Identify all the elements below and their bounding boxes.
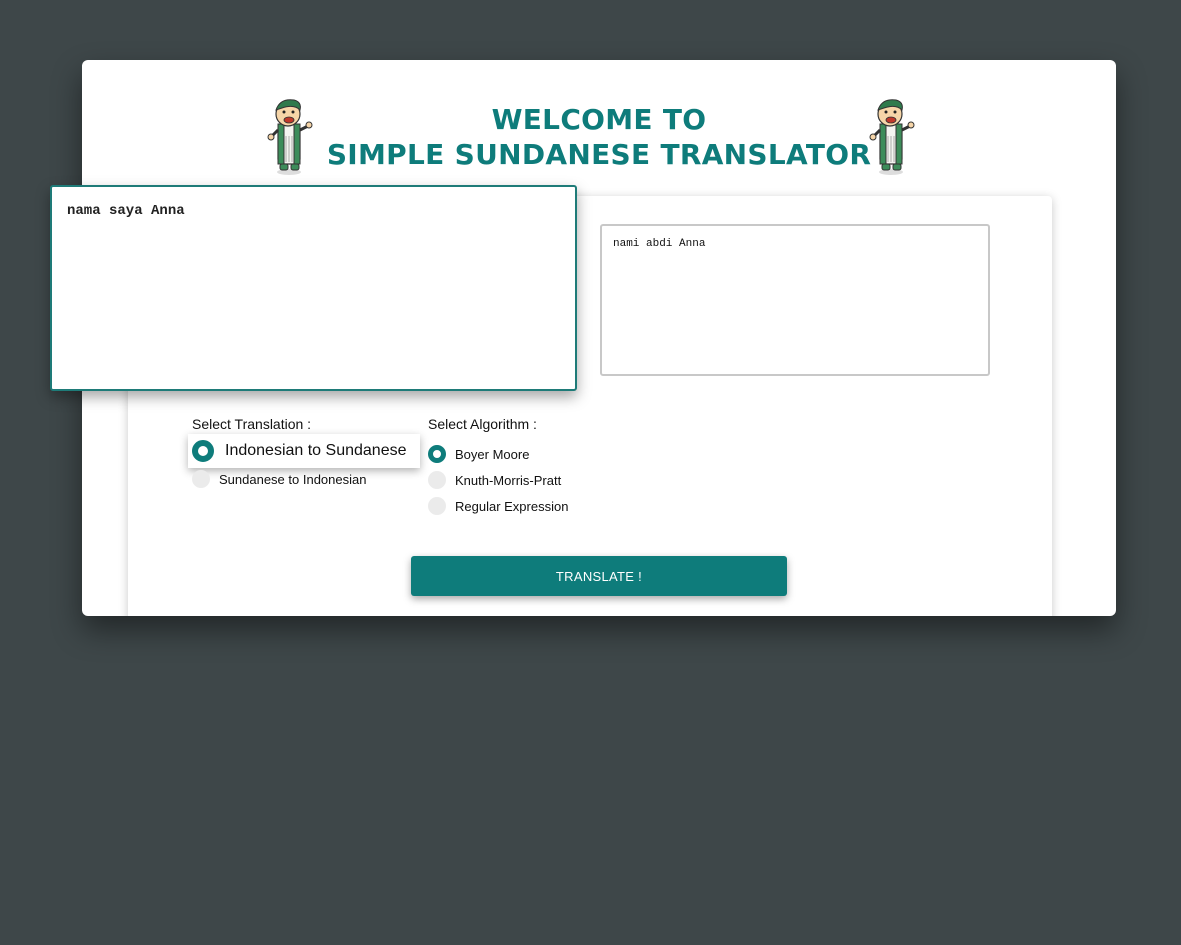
radio-label: Sundanese to Indonesian [219,471,367,487]
radio-indonesian-to-sundanese[interactable]: Indonesian to Sundanese [188,434,421,468]
algorithm-label: Select Algorithm : [428,416,537,432]
radio-label: Indonesian to Sundanese [225,442,407,459]
radio-label: Regular Expression [455,498,569,514]
radio-label: Knuth-Morris-Pratt [455,472,562,488]
radio-label: Boyer Moore [455,446,530,462]
cartoon-mascot-icon [869,99,915,175]
radio-selected-icon [192,440,214,462]
radio-regular-expression[interactable]: Regular Expression [428,497,568,515]
radio-unselected-icon [192,470,210,488]
input-textarea[interactable]: nama saya Anna [50,185,577,391]
radio-unselected-icon [428,497,446,515]
radio-sundanese-to-indonesian[interactable]: Sundanese to Indonesian [192,470,366,488]
title-line-1: WELCOME TO [491,103,707,136]
title-line-2: SIMPLE SUNDANESE TRANSLATOR [326,138,872,171]
radio-boyer-moore[interactable]: Boyer Moore [428,445,529,463]
translation-label: Select Translation : [192,416,312,432]
page-title: WELCOME TO SIMPLE SUNDANESE TRANSLATOR [82,102,1116,172]
radio-selected-icon [428,445,446,463]
radio-unselected-icon [428,471,446,489]
cartoon-mascot-icon [267,99,313,175]
translate-button[interactable]: TRANSLATE ! [411,556,787,596]
output-textarea[interactable]: nami abdi Anna [600,224,990,376]
radio-kmp[interactable]: Knuth-Morris-Pratt [428,471,561,489]
